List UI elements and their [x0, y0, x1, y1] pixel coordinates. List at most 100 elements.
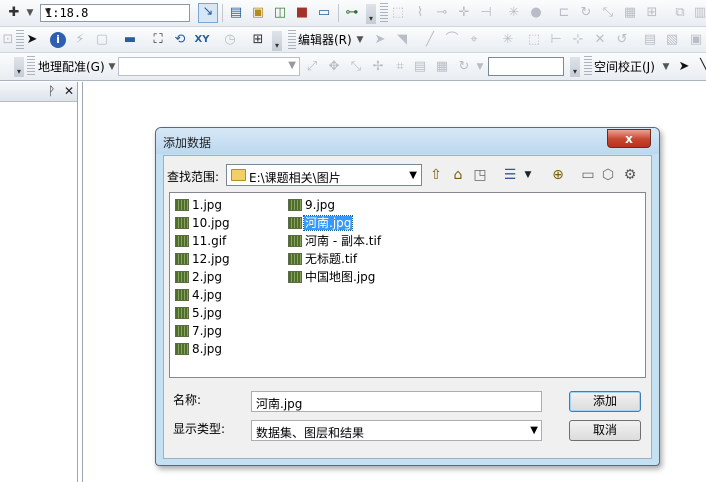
chevron-down-icon[interactable]: ▼ [22, 5, 38, 21]
show-type-select[interactable]: 数据集、图层和结果 ▼ [251, 420, 542, 441]
reshape-feature-icon[interactable]: ⊢ [548, 32, 564, 48]
connect-folder-icon[interactable]: ⊕ [548, 165, 568, 185]
add-control-points-icon[interactable]: ✢ [370, 59, 386, 75]
rotate-dropdown-icon[interactable]: ↻ [456, 59, 472, 75]
toolbar-overflow-icon[interactable]: ▾ [272, 31, 282, 51]
list-item[interactable]: 2.jpg [173, 268, 283, 286]
toolbar-grip[interactable] [16, 30, 24, 50]
toolbar-overflow-icon[interactable]: ▾ [14, 57, 24, 77]
chevron-down-icon[interactable]: ▼ [658, 59, 674, 75]
find-route-icon[interactable]: ⟲ [172, 32, 188, 48]
measure-icon[interactable]: ▬ [122, 32, 138, 48]
new-database-icon[interactable]: ⬡ [598, 165, 618, 185]
name-input[interactable]: 河南.jpg [251, 391, 542, 412]
select-elements-icon[interactable]: ➤ [676, 59, 692, 75]
file-list[interactable]: 1.jpg 10.jpg 11.gif 12.jpg 2.jpg 4.jpg 5… [169, 192, 646, 378]
georeference-layer-combo[interactable]: ▼ [118, 57, 300, 76]
new-folder-icon[interactable]: ▭ [578, 165, 598, 185]
rotate-tool-icon[interactable]: ↺ [614, 32, 630, 48]
cut-icon[interactable]: ⊣ [478, 5, 494, 21]
rotate-georef-icon[interactable]: ⤢ [304, 59, 320, 75]
list-item[interactable]: 12.jpg [173, 250, 283, 268]
rotation-angle-input[interactable] [488, 57, 564, 76]
edit-tool-icon[interactable]: ➤ [372, 32, 388, 48]
dialog-title-bar[interactable]: 添加数据 x [156, 128, 659, 154]
toolbar-grip[interactable] [584, 56, 592, 76]
new-displacement-link-icon[interactable]: ╲ [696, 59, 706, 75]
split-tool-icon[interactable]: ✕ [592, 32, 608, 48]
go-to-folder-icon[interactable]: ◳ [470, 165, 490, 185]
rotate-icon[interactable]: ↻ [578, 5, 594, 21]
add-button[interactable]: 添加 [569, 391, 641, 412]
cut-polygon-icon[interactable]: ⊹ [570, 32, 586, 48]
toolbar-grip[interactable] [288, 30, 296, 50]
toolbar-grip[interactable] [27, 56, 35, 76]
point-icon[interactable]: ✳ [500, 32, 516, 48]
list-item[interactable]: 5.jpg [173, 304, 283, 322]
cancel-button[interactable]: 取消 [569, 420, 641, 441]
shift-icon[interactable]: ✥ [326, 59, 342, 75]
copy-icon[interactable]: ⧉ [672, 5, 688, 21]
sketch-properties-icon[interactable]: ▧ [664, 32, 680, 48]
list-item[interactable]: 河南 - 副本.tif [286, 232, 396, 250]
list-item[interactable]: 11.gif [173, 232, 283, 250]
list-item-selected[interactable]: 河南.jpg [286, 214, 396, 232]
toolbar-grip[interactable] [380, 3, 388, 23]
up-one-level-icon[interactable]: ⇧ [426, 165, 446, 185]
list-item[interactable]: 1.jpg [173, 196, 283, 214]
edit-annotation-icon[interactable]: ◥ [394, 32, 410, 48]
chevron-down-icon[interactable]: ▼ [472, 59, 488, 75]
create-features-icon[interactable]: ▣ [688, 32, 704, 48]
chevron-down-icon[interactable]: ▼ [352, 32, 368, 48]
layers-icon[interactable]: ▥ [692, 5, 706, 21]
editor-toolbar-icon[interactable]: ↘ [198, 3, 218, 23]
reshape-icon[interactable]: ⌇ [412, 5, 428, 21]
list-item[interactable]: 10.jpg [173, 214, 283, 232]
add-data-icon[interactable]: ✚ [6, 5, 22, 21]
model-builder-icon[interactable]: ⊶ [344, 5, 360, 21]
goto-xy-icon[interactable]: XY [194, 32, 210, 48]
list-item[interactable]: 中国地图.jpg [286, 268, 396, 286]
pin-icon[interactable]: ᚹ [48, 84, 55, 98]
view-list-icon[interactable]: ☰ [500, 165, 520, 185]
toolbar-overflow-icon[interactable]: ▾ [570, 57, 580, 77]
list-item[interactable]: 4.jpg [173, 286, 283, 304]
vertex-icon[interactable]: ✛ [456, 5, 472, 21]
spatial-adjustment-menu[interactable]: 空间校正(J) [594, 60, 655, 74]
link-table-icon[interactable]: ▤ [412, 59, 428, 75]
scale-georef-icon[interactable]: ⤡ [348, 59, 364, 75]
edit-vertices-icon[interactable]: ⬚ [526, 32, 542, 48]
list-item[interactable]: 7.jpg [173, 322, 283, 340]
arc-icon[interactable]: ⌒ [444, 32, 460, 48]
catalog-options-icon[interactable]: ⚙ [620, 165, 640, 185]
python-window-icon[interactable]: ▭ [316, 5, 332, 21]
auto-registration-icon[interactable]: ⌗ [392, 59, 408, 75]
chevron-down-icon[interactable]: ▼ [518, 165, 538, 185]
list-item[interactable]: 无标题.tif [286, 250, 396, 268]
editor-menu[interactable]: 编辑器(R) [298, 33, 352, 47]
table-window-icon[interactable]: ▤ [228, 5, 244, 21]
find-binoculars-icon[interactable]: ⛶ [150, 32, 166, 48]
select-pointer-icon[interactable]: ➤ [24, 32, 40, 48]
scale-icon[interactable]: ⤡ [600, 5, 616, 21]
list-item[interactable]: 8.jpg [173, 340, 283, 358]
edit-tool-icon[interactable]: ⬚ [390, 5, 406, 21]
align-icon[interactable]: ⊏ [556, 5, 572, 21]
list-item[interactable]: 9.jpg [286, 196, 396, 214]
straight-segment-icon[interactable]: ╱ [422, 32, 438, 48]
sparkle-icon[interactable]: ✳ [506, 5, 522, 21]
hyperlink-icon[interactable]: ⚡ [72, 32, 88, 48]
sphere-icon[interactable]: ● [528, 5, 544, 21]
split-icon[interactable]: ⊸ [434, 5, 450, 21]
grid-icon[interactable]: ⊞ [644, 5, 660, 21]
html-popup-icon[interactable]: ▢ [94, 32, 110, 48]
info-icon[interactable]: i [50, 32, 66, 48]
toolbox-icon[interactable]: ■ [294, 5, 310, 21]
search-window-icon[interactable]: ◫ [272, 5, 288, 21]
toolbar-overflow-icon[interactable]: ▾ [366, 4, 376, 24]
time-slider-icon[interactable]: ◷ [222, 32, 238, 48]
dialog-close-button[interactable]: x [607, 129, 651, 148]
viewer-icon[interactable]: ▦ [434, 59, 450, 75]
home-icon[interactable]: ⌂ [448, 165, 468, 185]
pan-icon[interactable]: ⊡ [0, 32, 16, 48]
